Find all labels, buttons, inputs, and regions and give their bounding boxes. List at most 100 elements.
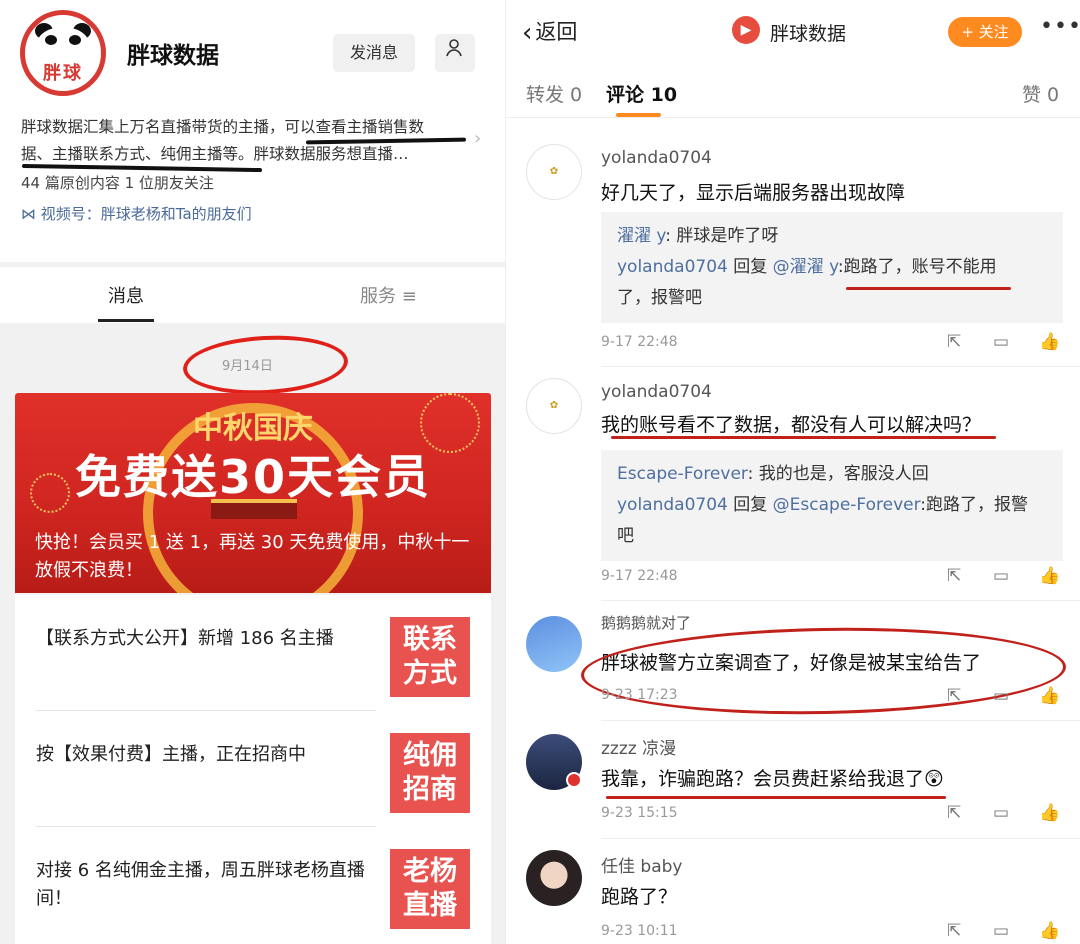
reply-thread[interactable]: 濯濯 y: 胖球是咋了呀 yolanda0704 回复 @濯濯 y:跑路了，账号…	[601, 212, 1063, 323]
reply-username[interactable]: 濯濯 y	[617, 226, 665, 246]
article-title: 【联系方式大公开】新增 186 名主播	[36, 628, 334, 649]
back-label: 返回	[535, 20, 578, 44]
thumb-line-1: 纯佣	[403, 740, 457, 771]
comment-username[interactable]: yolanda0704	[601, 148, 712, 168]
like-icon[interactable]: 👍	[1039, 803, 1060, 823]
reply-icon[interactable]: ▭	[993, 332, 1009, 352]
annotation-circle	[181, 331, 350, 399]
article-item[interactable]: 【联系方式大公开】新增 186 名主播 联系 方式	[15, 595, 491, 711]
top-bar: ‹ 返回 ▶ 胖球数据 + 关注 •••	[506, 0, 1080, 62]
avatar[interactable]	[526, 616, 582, 672]
comment-time: 9-17 22:48	[601, 568, 678, 584]
reply-mention[interactable]: @Escape-Forever	[773, 495, 921, 515]
reply-icon[interactable]: ▭	[993, 921, 1009, 941]
like-icon[interactable]: 👍	[1039, 921, 1060, 941]
banner-title-main: 免费送30天会员	[74, 450, 431, 504]
annotation-underline	[611, 436, 996, 439]
back-button[interactable]: ‹ 返回	[522, 16, 577, 48]
reply-icon[interactable]: ▭	[993, 566, 1009, 586]
chevron-right-icon[interactable]: ›	[474, 128, 481, 149]
thumb-line-2: 招商	[403, 774, 457, 805]
send-message-button[interactable]: 发消息	[333, 34, 415, 72]
like-icon[interactable]: 👍	[1039, 566, 1060, 586]
comment-username[interactable]: 鹅鹅鹅就对了	[601, 612, 691, 633]
comment-time: 9-17 22:48	[601, 334, 678, 350]
article-item[interactable]: 对接 6 名纯佣金主播，周五胖球老杨直播间！ 老杨 直播	[15, 827, 491, 943]
comment-time: 9-23 17:23	[601, 687, 678, 703]
comment-username[interactable]: yolanda0704	[601, 382, 712, 402]
article-title: 按【效果付费】主播，正在招商中	[36, 744, 306, 765]
thumb-line-1: 老杨	[403, 856, 457, 887]
comment-item: ✿ yolanda0704 好几天了，显示后端服务器出现故障 濯濯 y: 胖球是…	[506, 140, 1080, 368]
reply-text: : 我的也是，客服没人回	[747, 464, 929, 484]
share-icon[interactable]: ⇱	[947, 566, 961, 586]
share-icon[interactable]: ⇱	[947, 686, 961, 706]
left-panel: 胖球 胖球数据 发消息 胖球数据汇集上万名直播带货的主播，可以查看主播销售数 据…	[0, 0, 505, 944]
article-title: 对接 6 名纯佣金主播，周五胖球老杨直播间！	[36, 860, 365, 909]
like-icon[interactable]: 👍	[1039, 332, 1060, 352]
description-line-2: 据、主播联系方式、纯佣主播等。胖球数据服务想直播…	[21, 145, 409, 163]
tab-messages[interactable]: 消息	[108, 282, 144, 308]
panda-eye-left	[45, 35, 57, 45]
comment-item: 任佳 baby 跑路了？ 9-23 10:11 ⇱ ▭ 👍	[506, 844, 1080, 944]
tab-reposts[interactable]: 转发 0	[526, 80, 582, 107]
follow-button[interactable]: + 关注	[948, 17, 1022, 47]
comment-text: 我的账号看不了数据，都没有人可以解决吗？	[601, 414, 982, 436]
account-avatar[interactable]: ▶	[732, 16, 760, 44]
logo-text: 胖球	[43, 63, 83, 84]
gate-decoration	[211, 499, 297, 519]
video-channel-link[interactable]: ⋈ 视频号：胖球老杨和Ta的朋友们	[21, 203, 252, 224]
reply-thread[interactable]: Escape-Forever: 我的也是，客服没人回 yolanda0704 回…	[601, 450, 1063, 561]
avatar[interactable]: ✿	[526, 144, 582, 200]
divider	[601, 600, 1080, 601]
banner-caption: 快抢！会员买 1 送 1，再送 30 天免费使用，中秋十一放假不浪费！	[35, 532, 470, 581]
divider	[601, 366, 1080, 367]
reply-line: yolanda0704 回复 @Escape-Forever:跑路了，报警	[617, 490, 1047, 521]
reply-icon[interactable]: ▭	[993, 686, 1009, 706]
comment-item: zzzz 凉漫 我靠，诈骗跑路？会员费赶紧给我退了😲 9-23 15:15 ⇱ …	[506, 726, 1080, 840]
avatar[interactable]	[526, 850, 582, 906]
divider	[601, 720, 1080, 721]
account-stats: 44 篇原创内容 1 位朋友关注	[21, 174, 214, 192]
comment-item: ✿ yolanda0704 我的账号看不了数据，都没有人可以解决吗？ Escap…	[506, 374, 1080, 602]
article-thumbnail: 联系 方式	[390, 617, 470, 697]
person-icon	[446, 39, 462, 57]
reply-text: :跑路了，报警	[920, 495, 1029, 515]
reply-line: Escape-Forever: 我的也是，客服没人回	[617, 459, 1047, 490]
tab-likes[interactable]: 赞 0	[1022, 80, 1059, 107]
avatar[interactable]: ✿	[526, 378, 582, 434]
tab-comments[interactable]: 评论 10	[606, 80, 677, 107]
share-icon[interactable]: ⇱	[947, 921, 961, 941]
promo-banner[interactable]: 中秋国庆 免费送30天会员 快抢！会员买 1 送 1，再送 30 天免费使用，中…	[15, 393, 491, 593]
verified-badge-icon	[566, 772, 582, 788]
reply-username[interactable]: Escape-Forever	[617, 464, 748, 484]
panda-eye-right	[69, 35, 81, 45]
chevron-left-icon: ‹	[522, 18, 533, 48]
reply-line: 濯濯 y: 胖球是咋了呀	[617, 221, 1047, 252]
comment-actions: ⇱ ▭ 👍	[947, 803, 1067, 823]
account-name: 胖球数据	[127, 43, 219, 69]
comment-username[interactable]: zzzz 凉漫	[601, 734, 676, 759]
account-logo: 胖球	[20, 10, 106, 96]
comment-time: 9-23 15:15	[601, 805, 678, 821]
profile-card: 胖球 胖球数据 发消息 胖球数据汇集上万名直播带货的主播，可以查看主播销售数 据…	[0, 0, 505, 262]
reply-line: 吧	[617, 526, 634, 546]
article-item[interactable]: 按【效果付费】主播，正在招商中 纯佣 招商	[15, 711, 491, 827]
reply-mention[interactable]: @濯濯 y	[773, 257, 838, 277]
share-icon[interactable]: ⇱	[947, 803, 961, 823]
user-profile-icon[interactable]	[435, 34, 475, 72]
reply-text: :跑路了，账号不能用	[837, 257, 997, 277]
share-icon[interactable]: ⇱	[947, 332, 961, 352]
like-icon[interactable]: 👍	[1039, 686, 1060, 706]
tab-services[interactable]: 服务 ≡	[360, 282, 417, 308]
more-icon[interactable]: •••	[1040, 14, 1080, 39]
comment-actions: ⇱ ▭ 👍	[947, 686, 1067, 706]
comment-item: 鹅鹅鹅就对了 胖球被警方立案调查了，好像是被某宝给告了 9-23 17:23 ⇱…	[506, 608, 1080, 721]
reply-username[interactable]: yolanda0704	[617, 257, 728, 277]
reply-icon[interactable]: ▭	[993, 803, 1009, 823]
right-panel: ‹ 返回 ▶ 胖球数据 + 关注 ••• 转发 0 评论 10 赞 0 ✿ yol…	[505, 0, 1080, 944]
reply-username[interactable]: yolanda0704	[617, 495, 728, 515]
comment-username[interactable]: 任佳 baby	[601, 852, 682, 877]
thumb-line-2: 方式	[403, 658, 457, 689]
account-name[interactable]: 胖球数据	[770, 19, 846, 46]
